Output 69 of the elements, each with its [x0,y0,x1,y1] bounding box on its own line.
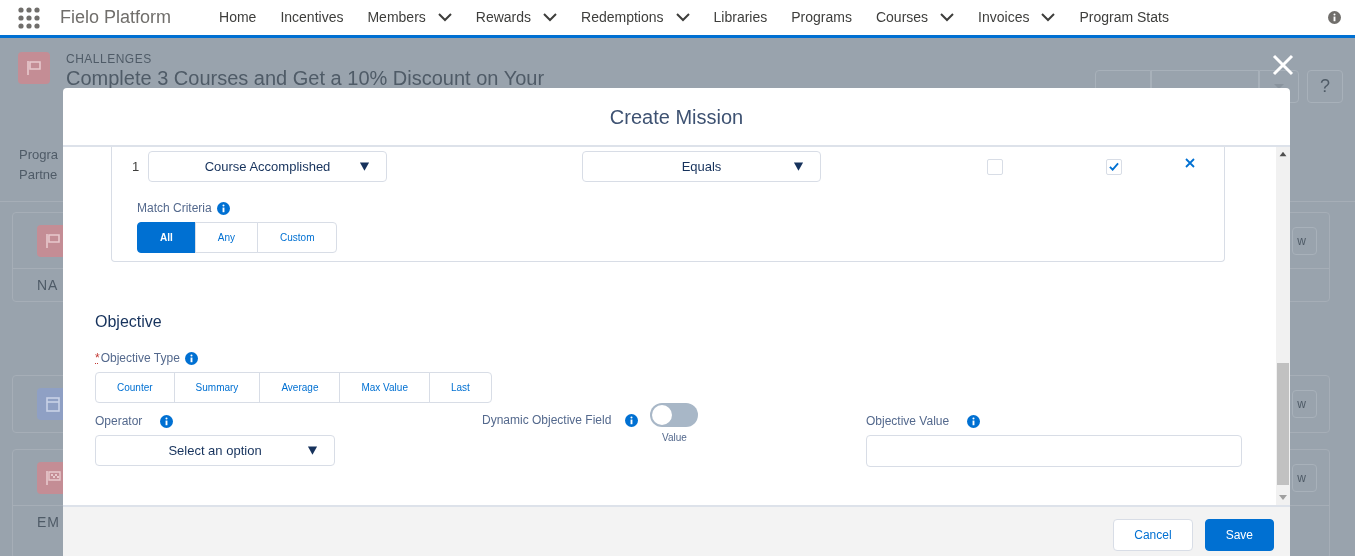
card-button[interactable]: w [1292,226,1317,255]
footer-button[interactable]: Save [1204,519,1274,551]
toggle-caption: Value [661,431,687,445]
help-button[interactable]: ? [1307,70,1343,103]
info-icon [967,414,981,428]
section-label: CHALLENGES [66,52,153,67]
nav-item[interactable]: Redemptions [569,7,702,28]
info-icon [625,413,639,427]
segment-button[interactable]: Summary [173,372,261,403]
nav-item[interactable]: Home [207,7,269,28]
modal-title: Create Mission [63,88,1290,147]
nav-item[interactable]: Courses [863,7,967,28]
info-icon[interactable] [1328,11,1341,24]
app-name: Fielo Platform [60,6,172,29]
column-header: EM [37,514,60,530]
nav-item[interactable]: Programs [779,7,864,28]
field-label: Match Criteria [137,200,212,217]
info-icon [160,414,174,428]
field-label: Objective Type [100,350,180,367]
field-label: Dynamic Objective Field [482,412,612,429]
segment-button[interactable]: Last [428,372,492,403]
field-label: Progra [19,146,60,164]
calendar-icon [44,394,62,413]
close-button[interactable] [1271,53,1295,77]
checkbox[interactable] [1106,158,1122,175]
flag-icon [25,59,43,77]
footer-button[interactable]: Cancel [1113,519,1193,551]
close-icon [1184,156,1196,169]
arrow-down-icon [1279,495,1287,501]
nav-item[interactable]: Invoices [966,7,1068,28]
nav-item[interactable]: Program Stats [1067,7,1181,28]
toggle-switch[interactable] [650,403,699,427]
nav-item[interactable]: Libraries [701,7,780,28]
input-field[interactable] [866,435,1242,467]
field-label: Objective Value [866,413,950,430]
info-icon [216,201,230,215]
caret-icon [793,161,804,172]
segment-button[interactable]: Counter [95,372,175,403]
select-field[interactable]: Equals [582,151,821,182]
segment-button[interactable]: Max Value [339,372,430,403]
required-mark: * [95,350,100,367]
checkered-flag-icon [44,468,62,487]
nav-item[interactable]: Incentives [268,7,356,28]
section-heading: Objective [95,312,163,332]
field-label: Partne [19,166,59,184]
checkbox[interactable] [987,158,1003,175]
select-field[interactable]: Select an option [95,435,335,466]
check-icon [1109,162,1119,171]
record-title: Complete 3 Courses and Get a 10% Discount on Your [66,66,545,91]
field-label: Operator [95,413,143,430]
arrow-up-icon [1279,151,1287,157]
segment-button[interactable]: Any [194,222,258,253]
card-button[interactable]: w [1292,463,1317,492]
flag-icon [44,231,62,250]
caret-icon [359,161,370,172]
select-field[interactable]: Course Accomplished [148,151,387,182]
card-button[interactable]: w [1292,389,1317,418]
row-number: 1 [132,157,141,176]
app-launcher-icon[interactable] [18,6,40,29]
caret-icon [307,445,318,456]
info-icon [184,351,198,365]
segment-button[interactable]: All [137,222,196,253]
close-icon [1271,53,1295,77]
nav-item[interactable]: Members [355,7,464,28]
nav-item[interactable]: Rewards [463,7,570,28]
scrollbar[interactable] [1276,147,1290,505]
segment-button[interactable]: Custom [257,222,338,253]
column-header: NA [37,277,59,293]
segment-button[interactable]: Average [259,372,341,403]
